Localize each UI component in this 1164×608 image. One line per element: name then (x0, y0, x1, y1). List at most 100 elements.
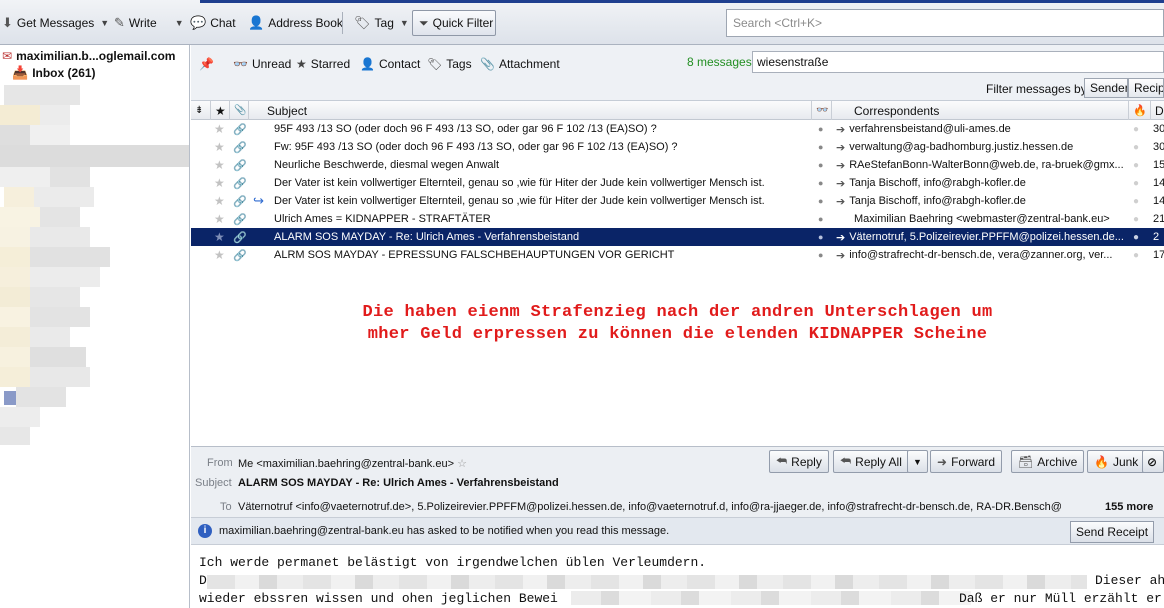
message-subject: Neurliche Beschwerde, diesmal wegen Anwa… (274, 159, 500, 171)
read-status-dot[interactable]: ● (818, 174, 830, 192)
message-row[interactable]: ★ 🔗 Fw: 95F 493 /13 SO (oder doch 96 F 493… (191, 138, 1164, 156)
message-row[interactable]: ★ 🔗 ↪ Der Vater ist kein vollwertiger Elter… (191, 192, 1164, 210)
junk-status[interactable]: ● (1133, 156, 1147, 174)
star-toggle[interactable]: ★ (214, 246, 230, 264)
attachment-column-header[interactable]: 📎 (230, 101, 249, 120)
chevron-down-icon[interactable]: ▼ (175, 18, 184, 28)
body-line-2-end: Dieser ah (1095, 573, 1164, 588)
tags-filter-toggle[interactable]: 🏷 Tags (427, 55, 472, 73)
star-toggle[interactable]: ★ (214, 210, 230, 228)
junk-status[interactable]: ● (1133, 120, 1147, 138)
address-book-button[interactable]: 👤 Address Book (248, 11, 343, 35)
chevron-down-icon[interactable]: ▼ (100, 18, 109, 28)
starred-column-header[interactable]: ★ (211, 101, 230, 120)
attachment-filter-toggle[interactable]: 📎 Attachment (480, 55, 560, 73)
from-label: From (207, 457, 233, 469)
forward-button[interactable]: ➜ Forward (930, 450, 1003, 473)
filter-by-label: Filter messages by: (986, 82, 1091, 96)
star-icon: ★ (214, 212, 225, 226)
attachment-indicator: 🔗 (233, 120, 249, 138)
write-button[interactable]: ✎ Write ▼ (114, 11, 184, 35)
toolbar-divider (342, 12, 343, 34)
junk-status[interactable]: ● (1133, 246, 1147, 264)
message-row[interactable]: ★ 🔗 ALARM SOS MAYDAY - Re: Ulrich Ames - V… (191, 228, 1164, 246)
send-receipt-button[interactable]: Send Receipt (1070, 521, 1155, 543)
reply-all-button[interactable]: ⮪ Reply All (833, 450, 909, 473)
chevron-down-icon: ▼ (913, 456, 922, 467)
read-status-dot[interactable]: ● (818, 228, 830, 246)
unread-filter-toggle[interactable]: 👓 Unread (233, 55, 291, 73)
more-recipients-link[interactable]: 155 more (1105, 501, 1153, 513)
junk-status[interactable]: ● (1133, 228, 1147, 246)
star-toggle[interactable]: ★ (214, 138, 230, 156)
sender-filter-button[interactable]: Sender (1084, 78, 1128, 98)
starred-filter-toggle[interactable]: ★ Starred (296, 55, 350, 73)
reply-all-dropdown[interactable]: ▼ (907, 450, 928, 473)
paperclip-icon: 🔗 (233, 159, 247, 172)
message-correspondents: Maximilian Baehring <webmaster@zentral-b… (836, 210, 1126, 228)
junk-status[interactable]: ● (1133, 210, 1147, 228)
message-row[interactable]: ★ 🔗 Neurliche Beschwerde, diesmal wegen An… (191, 156, 1164, 174)
star-icon: ★ (214, 158, 225, 172)
outgoing-arrow-icon: ➔ (836, 177, 846, 190)
account-folder[interactable]: ✉ maximilian.b...oglemail.com (2, 47, 175, 64)
message-row[interactable]: ★ 🔗 ALRM SOS MAYDAY - EPRESSUNG FALSCHBEHA… (191, 246, 1164, 264)
attachment-indicator: 🔗 (233, 174, 249, 192)
download-icon: ⬇ (2, 15, 13, 30)
chat-bubble-icon: 💬 (190, 15, 207, 30)
delete-button[interactable]: ⊘ (1142, 450, 1164, 473)
dot-icon: ● (818, 160, 824, 170)
reply-button[interactable]: ⮪ Reply (769, 450, 829, 473)
body-line-3-start: wieder ebssren wissen und ohen jeglichen… (199, 591, 558, 606)
read-status-dot[interactable]: ● (818, 246, 830, 264)
glasses-icon: 👓 (816, 105, 829, 116)
chat-button[interactable]: 💬 Chat (190, 11, 236, 35)
star-toggle[interactable]: ★ (214, 120, 230, 138)
read-status-dot[interactable]: ● (818, 210, 830, 228)
subject-column-header[interactable]: Subject (249, 101, 812, 120)
archive-button[interactable]: 🗃 Archive (1011, 450, 1085, 473)
read-status-dot[interactable]: ● (818, 120, 830, 138)
get-messages-button[interactable]: ⬇ Get Messages ▼ (2, 11, 109, 35)
read-column-header[interactable]: 👓 (812, 101, 832, 120)
star-toggle[interactable]: ★ (214, 156, 230, 174)
chevron-down-icon[interactable]: ▼ (400, 18, 409, 28)
recipients-filter-button[interactable]: Recipients (1128, 78, 1164, 98)
attachment-filter-label: Attachment (498, 57, 560, 71)
global-search-input[interactable]: Search <Ctrl+K> (726, 9, 1164, 37)
forward-label: Forward (951, 454, 996, 469)
sticky-pin-button[interactable]: 📌 (199, 55, 218, 73)
junk-button[interactable]: 🔥 Junk (1087, 450, 1146, 473)
star-toggle[interactable]: ★ (214, 174, 230, 192)
junk-label: Junk (1112, 454, 1139, 469)
read-receipt-notification: i maximilian.baehring@zentral-bank.eu ha… (191, 517, 1164, 544)
star-toggle[interactable]: ★ (214, 228, 230, 246)
filter-text-input[interactable]: wiesenstraße (752, 51, 1164, 73)
thread-column-header[interactable]: ⇟ (191, 101, 211, 120)
tag-button[interactable]: 🏷 Tag ▼ (354, 11, 409, 35)
message-row[interactable]: ★ 🔗 95F 493 /13 SO (oder doch 96 F 493 /13… (191, 120, 1164, 138)
outgoing-arrow-icon: ➔ (836, 231, 846, 244)
read-status-dot[interactable]: ● (818, 156, 830, 174)
junk-column-header[interactable]: 🔥 (1129, 101, 1151, 120)
message-row[interactable]: ★ 🔗 Der Vater ist kein vollwertiger Eltern… (191, 174, 1164, 192)
date-column-header[interactable]: D (1151, 101, 1164, 120)
flame-icon: ● (1133, 195, 1140, 207)
paperclip-icon: 🔗 (233, 249, 247, 262)
inbox-folder[interactable]: 📥 Inbox (261) (12, 64, 96, 81)
star-icon[interactable]: ☆ (457, 458, 467, 470)
junk-status[interactable]: ● (1133, 174, 1147, 192)
read-status-dot[interactable]: ● (818, 192, 830, 210)
outgoing-arrow-icon: ➔ (836, 249, 846, 262)
quick-filter-button[interactable]: ⏷ Quick Filter (412, 10, 496, 36)
star-toggle[interactable]: ★ (214, 192, 230, 210)
contact-filter-toggle[interactable]: 👤 Contact (360, 55, 420, 73)
from-value[interactable]: Me <maximilian.baehring@zentral-bank.eu>… (238, 457, 467, 470)
correspondents-column-header[interactable]: Correspondents (832, 101, 1129, 120)
pin-icon: 📌 (199, 57, 214, 71)
message-row[interactable]: ★ 🔗 Ulrich Ames = KIDNAPPER - STRAFTÄTER ● M… (191, 210, 1164, 228)
read-status-dot[interactable]: ● (818, 138, 830, 156)
junk-status[interactable]: ● (1133, 138, 1147, 156)
junk-status[interactable]: ● (1133, 192, 1147, 210)
to-value[interactable]: Väternotruf <info@vaeternotruf.de>, 5.Po… (238, 501, 1104, 513)
